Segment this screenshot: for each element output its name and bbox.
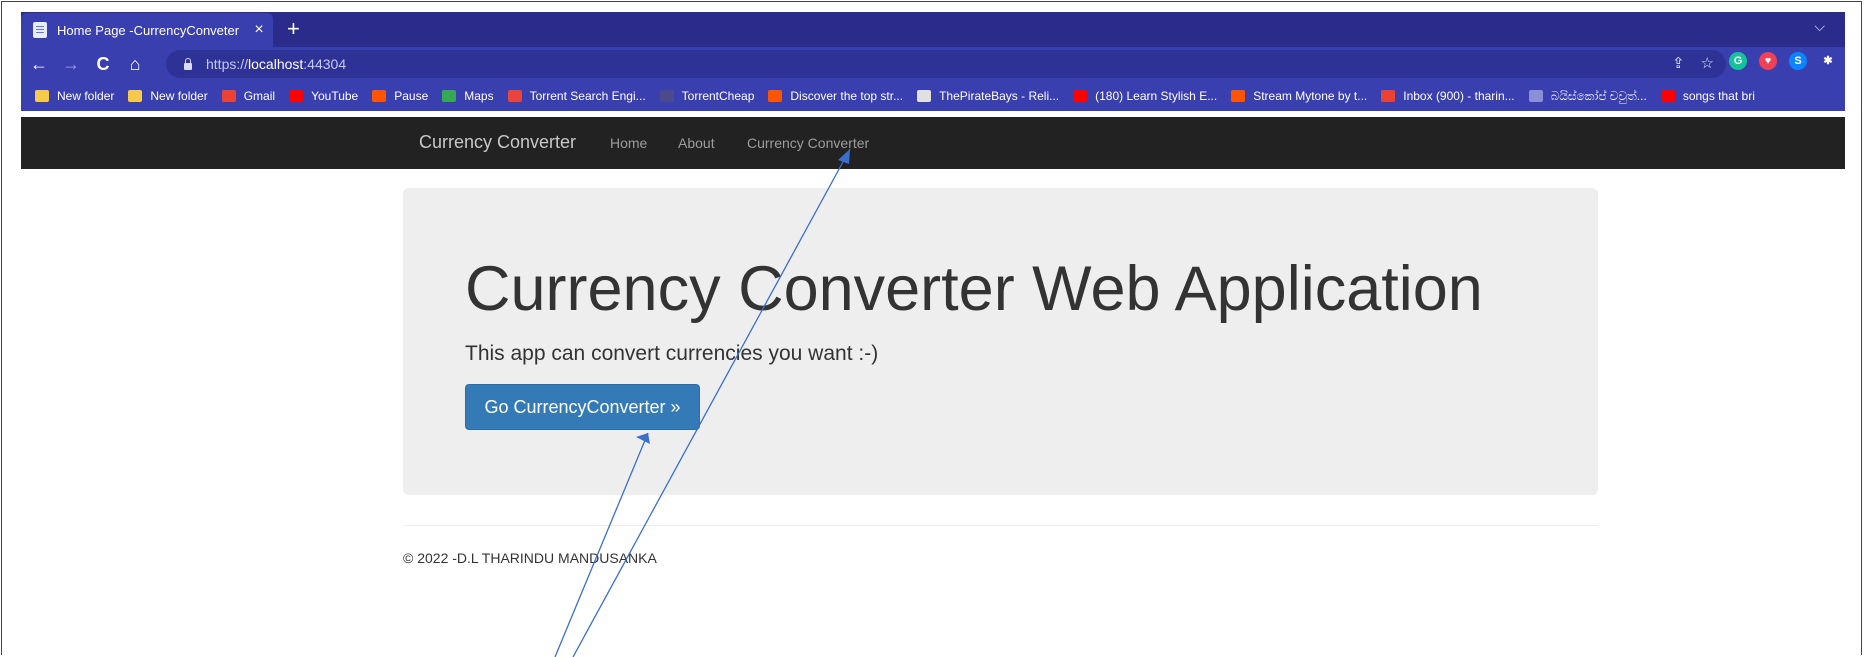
url-text[interactable]: https://localhost:44304 xyxy=(206,56,346,72)
go-currency-converter-button[interactable]: Go CurrencyConverter » xyxy=(465,384,700,430)
bookmark-label: Torrent Search Engi... xyxy=(529,89,646,103)
bookmark-item[interactable]: TorrentCheap xyxy=(659,89,755,103)
bookmark-label: Gmail xyxy=(243,89,276,103)
tab-title: Home Page -CurrencyConveter xyxy=(57,22,240,38)
back-icon[interactable]: ← xyxy=(23,54,55,75)
navbar-brand[interactable]: Currency Converter xyxy=(419,132,576,153)
bookmark-item[interactable]: songs that bri xyxy=(1660,89,1755,103)
bookmark-favicon-icon xyxy=(1381,90,1396,102)
bookmark-favicon-icon xyxy=(507,90,522,102)
bookmark-item[interactable]: Gmail xyxy=(221,89,276,103)
bookmark-label: New folder xyxy=(57,89,115,103)
browser-window: Home Page -CurrencyConveter × + ⌵ ← → C … xyxy=(21,12,1845,111)
bookmark-item[interactable]: (180) Learn Stylish E... xyxy=(1073,89,1217,103)
tab-search-chevron-icon[interactable]: ⌵ xyxy=(1814,18,1825,35)
lock-icon[interactable] xyxy=(184,57,192,70)
footer-divider xyxy=(403,525,1598,526)
bookmark-item[interactable]: Maps xyxy=(442,89,494,103)
bookmark-favicon-icon xyxy=(1528,90,1543,102)
puzzle-icon[interactable]: ✱ xyxy=(1819,52,1837,70)
bookmark-item[interactable]: Inbox (900) - tharin... xyxy=(1381,89,1515,103)
home-icon[interactable]: ⌂ xyxy=(119,54,151,75)
site-navbar: Currency Converter Home About Currency C… xyxy=(21,117,1845,169)
bookmark-label: Discover the top str... xyxy=(790,89,904,103)
url-port: :44304 xyxy=(303,56,347,72)
bookmark-favicon-icon xyxy=(442,90,457,102)
bookmark-favicon-icon xyxy=(289,90,304,102)
extensions-bar: G ♥ S ✱ xyxy=(1729,52,1837,70)
bookmark-favicon-icon xyxy=(1660,90,1675,102)
url-scheme: https:// xyxy=(206,56,249,72)
bookmark-item[interactable]: YouTube xyxy=(289,89,358,103)
bookmark-item[interactable]: New folder xyxy=(128,89,208,103)
forward-icon[interactable]: → xyxy=(55,54,87,75)
lead-text: This app can convert currencies you want… xyxy=(465,342,879,365)
bookmark-label: ThePirateBays - Reli... xyxy=(939,89,1060,103)
omnibox-actions: ⇪ ☆ xyxy=(1672,54,1714,72)
page-favicon-icon xyxy=(33,22,47,38)
page-title: Currency Converter Web Application xyxy=(465,254,1483,324)
new-tab-button[interactable]: + xyxy=(287,16,300,42)
bookmark-label: New folder xyxy=(150,89,208,103)
bookmark-favicon-icon xyxy=(372,90,387,102)
bookmark-item[interactable]: ThePirateBays - Reli... xyxy=(917,89,1059,103)
nav-link-currency-converter[interactable]: Currency Converter xyxy=(747,135,869,151)
address-bar[interactable]: https://localhost:44304 ⇪ ☆ xyxy=(166,50,1726,78)
bookmark-label: Stream Mytone by t... xyxy=(1253,89,1368,103)
pocket-icon[interactable]: ♥ xyxy=(1759,52,1777,70)
tab-strip: Home Page -CurrencyConveter × + ⌵ xyxy=(21,12,1845,47)
reload-icon[interactable]: C xyxy=(87,54,119,75)
nav-link-about[interactable]: About xyxy=(678,135,715,151)
bookmark-favicon-icon xyxy=(35,90,49,102)
bookmark-favicon-icon xyxy=(917,90,932,102)
bookmark-label: බයිස්කෝප් චවුත්... xyxy=(1550,88,1647,103)
bookmark-favicon-icon xyxy=(768,90,783,102)
bookmarks-bar: New folder New folder Gmail YouTube Pause Map… xyxy=(21,81,1845,111)
bookmark-favicon-icon xyxy=(1073,90,1088,102)
bookmark-label: Pause xyxy=(394,89,429,103)
browser-toolbar: ← → C ⌂ https://localhost:44304 ⇪ ☆ G ♥ S ✱ xyxy=(21,47,1845,81)
share-icon[interactable]: ⇪ xyxy=(1672,54,1685,72)
nav-link-home[interactable]: Home xyxy=(610,135,647,151)
bookmark-item[interactable]: බයිස්කෝප් චවුත්... xyxy=(1528,88,1647,104)
grammarly-icon[interactable]: G xyxy=(1729,52,1747,70)
tab-active[interactable]: Home Page -CurrencyConveter × xyxy=(21,13,273,47)
tab-close-icon[interactable]: × xyxy=(245,21,273,39)
bookmark-favicon-icon xyxy=(221,90,236,102)
footer-copyright: © 2022 -D.L THARINDU MANDUSANKA xyxy=(403,550,657,566)
bookmark-label: Maps xyxy=(464,89,494,103)
bookmark-item[interactable]: New folder xyxy=(35,89,114,103)
bookmark-label: Inbox (900) - tharin... xyxy=(1403,89,1515,103)
shazam-icon[interactable]: S xyxy=(1789,52,1807,70)
bookmark-favicon-icon xyxy=(128,90,143,102)
star-icon[interactable]: ☆ xyxy=(1701,54,1714,72)
bookmark-label: (180) Learn Stylish E... xyxy=(1095,89,1218,103)
bookmark-item[interactable]: Torrent Search Engi... xyxy=(507,89,646,103)
bookmark-label: TorrentCheap xyxy=(681,89,755,103)
bookmark-favicon-icon xyxy=(1231,90,1246,102)
jumbotron: Currency Converter Web Application This … xyxy=(403,188,1598,495)
bookmark-item[interactable]: Stream Mytone by t... xyxy=(1231,89,1367,103)
url-host: localhost xyxy=(248,56,304,72)
bookmark-label: YouTube xyxy=(311,89,359,103)
bookmark-favicon-icon xyxy=(659,90,674,102)
bookmark-item[interactable]: Pause xyxy=(372,89,428,103)
bookmark-label: songs that bri xyxy=(1682,89,1755,103)
bookmark-item[interactable]: Discover the top str... xyxy=(768,89,903,103)
